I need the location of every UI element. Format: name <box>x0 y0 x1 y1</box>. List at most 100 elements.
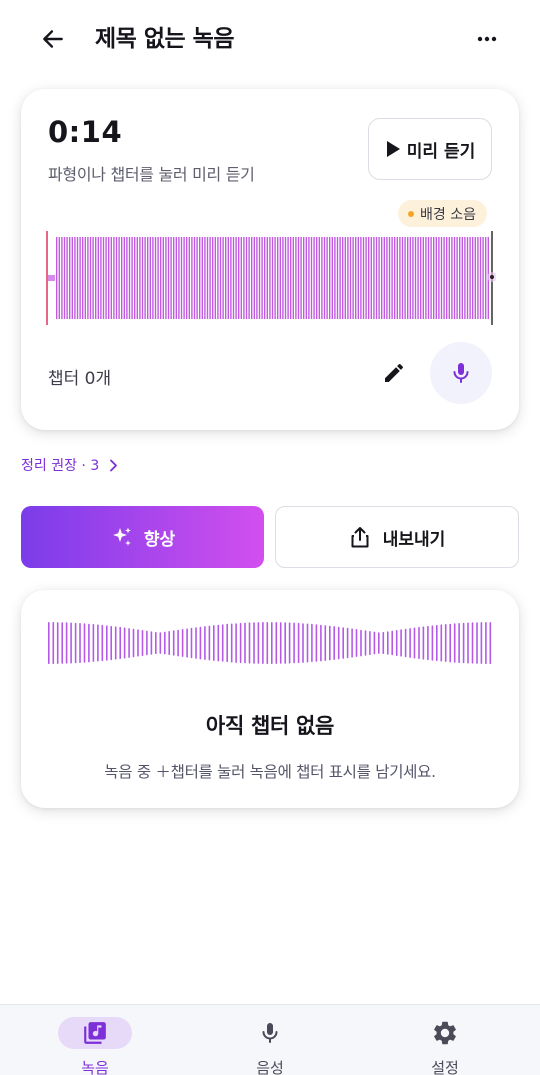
waveform-bar <box>370 237 372 319</box>
waveform-bar <box>230 237 232 319</box>
nav-item-voice[interactable]: 음성 <box>180 1005 360 1075</box>
edit-button[interactable] <box>376 355 412 391</box>
waveform-bar <box>485 237 487 319</box>
waveform-bar <box>284 237 287 319</box>
waveform-bar <box>456 237 458 319</box>
waveform-bar <box>336 237 339 319</box>
decorative-wave-bar <box>123 627 126 659</box>
waveform-bar <box>209 237 211 319</box>
decorative-wave-bar <box>190 627 193 659</box>
waveform-bar <box>347 237 349 319</box>
decorative-wave-bar <box>213 625 215 661</box>
nav-item-settings[interactable]: 설정 <box>355 1005 535 1075</box>
play-icon <box>386 141 400 157</box>
decorative-wave-bar <box>253 622 255 664</box>
decorative-wave-bar <box>404 628 407 658</box>
waveform-bar <box>433 237 435 319</box>
decorative-wave-bar <box>284 622 286 664</box>
waveform-bar <box>381 237 383 319</box>
waveform[interactable] <box>46 229 496 327</box>
waveform-bar <box>139 237 141 319</box>
decorative-wave-bar <box>458 623 460 663</box>
decorative-wave-bar <box>195 627 197 659</box>
waveform-bar <box>253 237 255 319</box>
decorative-wave-bar <box>244 622 246 664</box>
waveform-bar <box>196 237 198 319</box>
waveform-bar <box>417 237 419 319</box>
waveform-bar <box>321 237 323 319</box>
empty-chapters-card: 아직 챕터 없음 녹음 중 ＋챕터를 눌러 녹음에 챕터 표시를 남기세요. <box>21 590 519 808</box>
waveform-bar <box>157 237 159 319</box>
waveform-bar <box>482 237 484 319</box>
waveform-bar <box>118 237 120 319</box>
waveform-bar <box>71 237 73 319</box>
waveform-bar <box>121 237 123 319</box>
waveform-bar <box>186 237 188 319</box>
waveform-bar <box>316 237 318 319</box>
waveform-bar <box>287 237 289 319</box>
waveform-bar <box>401 237 404 319</box>
waveform-bar <box>274 237 276 319</box>
waveform-bar <box>235 237 237 319</box>
waveform-bar <box>269 237 271 319</box>
decorative-wave-bar <box>364 630 367 656</box>
waveform-bar <box>344 237 346 319</box>
waveform-bar <box>360 237 362 319</box>
waveform-bar <box>407 237 409 319</box>
decorative-wave-bar <box>70 622 72 664</box>
preview-button[interactable]: 미리 듣기 <box>368 118 492 180</box>
waveform-bar <box>290 237 292 319</box>
waveform-bar <box>201 237 203 319</box>
waveform-bar <box>282 237 284 319</box>
waveform-bar <box>386 237 388 319</box>
waveform-bar <box>303 237 305 319</box>
export-button[interactable]: 내보내기 <box>275 506 519 568</box>
waveform-bar <box>357 237 359 319</box>
waveform-bar <box>110 237 112 319</box>
decorative-wave-bar <box>65 622 68 664</box>
back-button[interactable] <box>36 22 70 56</box>
waveform-bar <box>243 237 245 319</box>
waveform-bar <box>204 237 206 319</box>
cleanup-suggestion-label: 정리 권장 · 3 <box>21 458 100 474</box>
decorative-wave-bar <box>418 626 420 659</box>
waveform-bar <box>295 237 297 319</box>
player-card: 0:14 파형이나 챕터를 눌러 미리 듣기 미리 듣기 배경 소음 챕터 0개 <box>21 89 519 430</box>
waveform-bar <box>474 237 476 319</box>
waveform-bar <box>459 237 461 319</box>
decorative-wave-bar <box>449 623 451 663</box>
decorative-wave-bar <box>97 624 99 662</box>
waveform-bar <box>56 237 58 319</box>
nav-item-recordings[interactable]: 녹음 <box>5 1005 185 1075</box>
gear-icon <box>434 1021 456 1045</box>
waveform-bar <box>261 237 263 319</box>
decorative-wave-bar <box>306 623 309 663</box>
waveform-bar <box>97 237 99 319</box>
waveform-bar <box>206 237 209 319</box>
waveform-bar <box>240 237 242 319</box>
add-chapter-mic-button[interactable] <box>430 342 492 404</box>
decorative-wave-bar <box>346 627 349 659</box>
decorative-wave-bar <box>337 626 340 660</box>
decorative-wave-bar <box>262 622 264 664</box>
decorative-wave-bar <box>422 626 425 660</box>
waveform-bar <box>373 237 375 319</box>
waveform-left-stub <box>48 275 55 281</box>
waveform-bar <box>472 237 474 319</box>
waveform-bar <box>414 237 417 319</box>
waveform-bar <box>102 237 105 319</box>
cleanup-suggestion-link[interactable]: 정리 권장 · 3 <box>21 455 118 475</box>
waveform-bar <box>58 237 60 319</box>
waveform-bar <box>420 237 422 319</box>
waveform-bar <box>141 237 144 319</box>
decorative-wave-bar <box>297 622 300 664</box>
enhance-button-label: 향상 <box>143 529 176 550</box>
decorative-wave-bar <box>288 622 291 664</box>
waveform-bar <box>82 237 84 319</box>
more-options-button[interactable] <box>470 22 504 56</box>
enhance-button[interactable]: 향상 <box>21 506 264 568</box>
decorative-wave-bar <box>132 628 135 658</box>
decorative-wave-bar <box>485 622 487 664</box>
decorative-wave-bar <box>48 622 50 664</box>
decorative-wave-bar <box>480 622 483 664</box>
